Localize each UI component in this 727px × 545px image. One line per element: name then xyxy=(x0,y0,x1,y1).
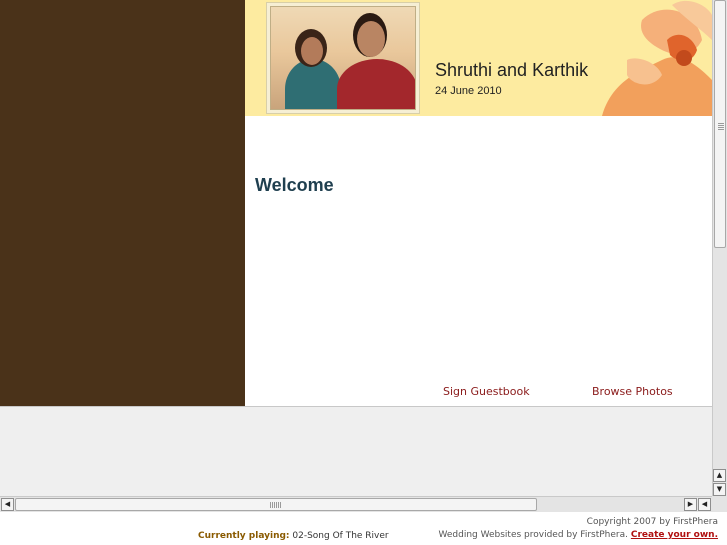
scroll-down-button[interactable]: ▼ xyxy=(713,483,726,496)
couple-photo-frame xyxy=(266,2,420,114)
wedding-date: 24 June 2010 xyxy=(435,85,502,97)
create-your-own-link[interactable]: Create your own. xyxy=(631,530,718,540)
site-header: Shruthi and Karthik 24 June 2010 xyxy=(245,0,712,116)
groom-face xyxy=(357,21,385,57)
grip-line xyxy=(274,502,275,508)
grip-line xyxy=(718,129,724,130)
site-frame: Shruthi and Karthik 24 June 2010 Welcome… xyxy=(0,0,727,512)
vertical-scroll-thumb[interactable] xyxy=(714,0,726,248)
frame-empty-area xyxy=(0,406,712,496)
page-footer: Currently playing: 02-Song Of The River … xyxy=(0,512,727,545)
now-playing: Currently playing: 02-Song Of The River xyxy=(198,531,389,541)
grip-line xyxy=(280,502,281,508)
sign-guestbook-link[interactable]: Sign Guestbook xyxy=(443,385,530,398)
groom-figure xyxy=(337,59,415,109)
couple-photo xyxy=(270,6,416,110)
grip-line xyxy=(718,125,724,126)
grip-line xyxy=(718,123,724,124)
provided-by-label: Wedding Websites provided by FirstPhera. xyxy=(438,530,629,540)
welcome-heading: Welcome xyxy=(255,175,334,195)
grip-line xyxy=(270,502,271,508)
triangle-up-icon: ▲ xyxy=(716,471,723,479)
provided-by-text: Wedding Websites provided by FirstPhera.… xyxy=(439,530,719,540)
left-brown-panel xyxy=(0,0,245,406)
triangle-left-icon: ◀ xyxy=(4,500,11,508)
now-playing-track: 02-Song Of The River xyxy=(292,531,389,541)
bride-face xyxy=(301,37,323,65)
couple-name: Shruthi and Karthik xyxy=(435,60,589,80)
scroll-right-button[interactable]: ▶ xyxy=(684,498,697,511)
horizontal-scroll-thumb[interactable] xyxy=(15,498,537,511)
vertical-scrollbar[interactable] xyxy=(712,0,727,496)
content-panel: Shruthi and Karthik 24 June 2010 Welcome… xyxy=(245,0,712,406)
grip-line xyxy=(718,127,724,128)
triangle-right-icon: ▶ xyxy=(687,500,694,508)
browse-photos-link[interactable]: Browse Photos xyxy=(592,385,673,398)
grip-line xyxy=(278,502,279,508)
scroll-left-button[interactable]: ◀ xyxy=(1,498,14,511)
scrollbar-corner xyxy=(712,496,727,512)
grip-line xyxy=(272,502,273,508)
scroll-left-button-secondary[interactable]: ◀ xyxy=(698,498,711,511)
horizontal-scrollbar[interactable] xyxy=(0,496,712,512)
scroll-up-button[interactable]: ▲ xyxy=(713,469,726,482)
triangle-left-icon: ◀ xyxy=(701,500,708,508)
triangle-down-icon: ▼ xyxy=(716,485,723,493)
orchid-decoration xyxy=(602,0,712,116)
grip-line xyxy=(276,502,277,508)
copyright-text: Copyright 2007 by FirstPhera xyxy=(586,517,718,527)
now-playing-label: Currently playing: xyxy=(198,531,290,541)
page: Shruthi and Karthik 24 June 2010 Welcome… xyxy=(0,0,727,545)
